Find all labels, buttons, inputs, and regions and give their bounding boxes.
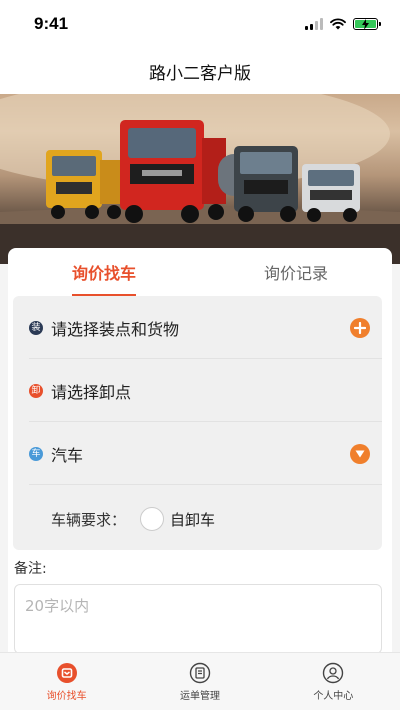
plus-icon[interactable] xyxy=(350,317,370,338)
vehicle-type-label: 汽车 xyxy=(51,445,84,465)
signal-icon xyxy=(305,18,323,30)
battery-icon xyxy=(353,18,381,30)
vehicle-type-row[interactable]: 车 汽车 xyxy=(13,422,382,485)
dump-truck-label[interactable]: 自卸车 xyxy=(170,509,215,530)
tab-bar: 询价找车 询价记录 xyxy=(8,248,392,296)
wifi-icon xyxy=(330,18,346,30)
unloading-point-label: 请选择卸点 xyxy=(51,382,132,402)
title-bar: 路小二客户版 xyxy=(0,48,400,94)
bottom-nav: 询价找车 运单管理 个人中心 xyxy=(0,652,400,710)
tab-inquiry-records[interactable]: 询价记录 xyxy=(200,248,392,296)
nav-personal-center[interactable]: 个人中心 xyxy=(267,653,400,710)
loading-point-row[interactable]: 装 请选择装点和货物 xyxy=(13,296,382,359)
loading-badge: 装 xyxy=(29,320,43,335)
status-bar: 9:41 xyxy=(0,0,400,48)
nav-inquiry-find-car[interactable]: 询价找车 xyxy=(0,653,133,710)
nav-label-personal: 个人中心 xyxy=(313,690,354,702)
unloading-badge: 卸 xyxy=(29,383,43,398)
remark-label: 备注: xyxy=(14,561,47,577)
inquiry-card: 询价找车 询价记录 装 请选择装点和货物 卸 请选择卸点 车 汽车 车辆要求： xyxy=(8,248,392,654)
waybill-icon xyxy=(189,662,211,683)
vehicle-requirement-row: 车辆要求： 自卸车 xyxy=(13,491,382,547)
inquiry-icon xyxy=(56,662,77,683)
remark-input[interactable] xyxy=(14,584,382,654)
nav-label-inquiry: 询价找车 xyxy=(46,690,87,702)
nav-waybill-management[interactable]: 运单管理 xyxy=(133,653,266,710)
user-icon xyxy=(323,662,344,683)
dump-truck-radio[interactable] xyxy=(140,507,165,531)
vehicle-requirement-label: 车辆要求： xyxy=(51,510,127,529)
unloading-point-row[interactable]: 卸 请选择卸点 xyxy=(13,359,382,422)
tab-inquiry-find-car[interactable]: 询价找车 xyxy=(8,248,200,296)
inquiry-form: 装 请选择装点和货物 卸 请选择卸点 车 汽车 车辆要求： 自卸车 xyxy=(13,296,382,550)
status-time: 9:41 xyxy=(34,14,69,33)
chevron-down-icon[interactable] xyxy=(350,443,370,464)
banner-image xyxy=(0,94,400,264)
truck-fleet-illustration xyxy=(0,94,400,264)
nav-label-waybill: 运单管理 xyxy=(179,690,220,702)
vehicle-badge: 车 xyxy=(29,446,43,461)
loading-point-label: 请选择装点和货物 xyxy=(51,319,180,339)
status-icons xyxy=(305,18,381,30)
page-title: 路小二客户版 xyxy=(149,63,251,84)
